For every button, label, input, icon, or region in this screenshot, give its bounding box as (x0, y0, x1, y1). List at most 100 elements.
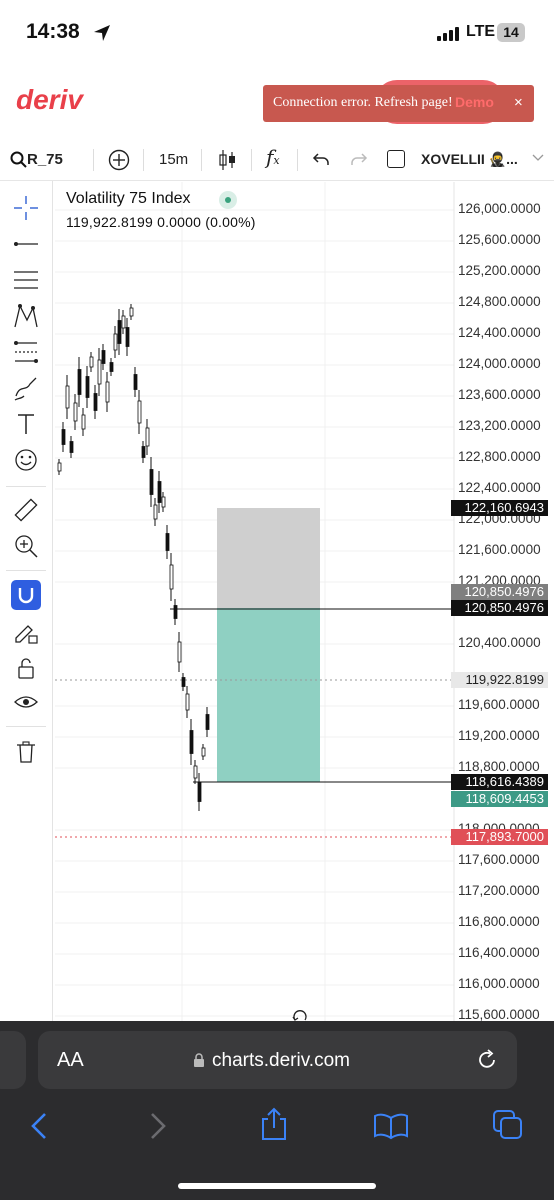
candle-body (73, 402, 78, 422)
candle-body (81, 414, 86, 430)
previous-tab-card[interactable] (0, 1031, 26, 1089)
price-axis-label: 121,600.0000 (458, 542, 541, 557)
toolbar-divider (201, 149, 202, 171)
undo-icon[interactable] (312, 151, 330, 167)
redo-icon[interactable] (350, 151, 368, 167)
lock-icon (194, 1053, 204, 1067)
toast-close-button[interactable]: × (514, 94, 523, 111)
signal-bars-icon (437, 27, 459, 41)
unlock-icon[interactable] (12, 654, 40, 682)
magnet-icon (18, 588, 34, 604)
take-profit-tag: 122,160.6943 (451, 500, 548, 516)
candle-body (105, 381, 110, 403)
candle-body (125, 327, 130, 347)
price-axis-label: 124,400.0000 (458, 325, 541, 340)
network-type: LTE (466, 23, 496, 40)
function-fx-icon[interactable]: fx (266, 145, 280, 169)
home-indicator (178, 1183, 376, 1189)
deriv-logo[interactable]: deriv (16, 84, 83, 116)
search-icon[interactable] (10, 151, 28, 169)
interval-selector[interactable]: 15m (159, 151, 188, 168)
candle-body (97, 359, 102, 385)
price-axis-label: 116,400.0000 (458, 945, 540, 960)
trash-icon[interactable] (12, 738, 40, 766)
candle-body (101, 350, 106, 364)
add-indicator-icon[interactable] (108, 149, 130, 171)
candle-body (141, 446, 146, 458)
candle-body (65, 385, 70, 409)
url-text[interactable]: charts.deriv.com (212, 1050, 350, 1072)
back-icon[interactable] (29, 1112, 49, 1140)
chart-quote: 119,922.8199 0.0000 (0.00%) (66, 214, 256, 230)
candle-body (57, 462, 62, 472)
price-axis-label: 115,600.0000 (458, 1007, 540, 1022)
sidebar-divider (6, 570, 46, 571)
forward-icon[interactable] (148, 1112, 168, 1140)
crosshair-icon[interactable] (12, 194, 40, 222)
reload-icon[interactable] (476, 1049, 498, 1071)
candle-body (165, 533, 170, 551)
stop-loss-zone (217, 608, 320, 782)
chevron-down-icon[interactable] (532, 154, 544, 162)
emoji-icon[interactable] (12, 446, 40, 474)
candle-body (61, 429, 66, 445)
price-axis-label: 120,400.0000 (458, 635, 541, 650)
price-axis-label: 124,000.0000 (458, 356, 541, 371)
fibonacci-icon[interactable] (12, 338, 40, 366)
price-axis-label: 117,600.0000 (458, 852, 540, 867)
candle-body (157, 481, 162, 503)
candle-body (109, 362, 114, 372)
share-icon[interactable] (259, 1107, 289, 1141)
bookmarks-icon[interactable] (373, 1112, 409, 1140)
tabs-icon[interactable] (492, 1109, 524, 1141)
candle-body (181, 677, 186, 687)
price-axis-label: 119,200.0000 (458, 728, 540, 743)
price-axis-label: 123,200.0000 (458, 418, 541, 433)
current-price-tag: 119,922.8199 (451, 672, 548, 688)
candle-body (193, 765, 198, 779)
candle-body (85, 376, 90, 398)
zoom-in-icon[interactable] (12, 532, 40, 560)
pattern-tool-icon[interactable] (12, 302, 40, 330)
stop-tag: 118,616.4389 (451, 774, 548, 790)
ruler-icon[interactable] (12, 496, 40, 524)
text-tool-icon[interactable] (12, 410, 40, 438)
candle-body (201, 747, 206, 757)
candle-body (177, 641, 182, 663)
toolbar-divider (251, 149, 252, 171)
chart-title[interactable]: Volatility 75 Index (66, 190, 191, 208)
visibility-eye-icon[interactable] (12, 688, 40, 716)
price-axis-label: 119,600.0000 (458, 697, 540, 712)
horizontal-line-icon[interactable] (12, 230, 40, 258)
candle-body (93, 393, 98, 411)
candle-body (153, 504, 158, 520)
candle-body (113, 333, 118, 351)
symbol-selector[interactable]: R_75 (27, 151, 63, 168)
candle-body (121, 315, 126, 329)
brush-icon[interactable] (12, 374, 40, 402)
price-axis-label: 122,400.0000 (458, 480, 541, 495)
account-switcher[interactable]: XOVELLII 🥷... (421, 151, 518, 168)
entry-tag-grey: 120,850.4976 (451, 584, 548, 600)
stop-green-tag: 118,609.4453 (451, 791, 548, 807)
price-axis-label: 116,800.0000 (458, 914, 540, 929)
text-size-button[interactable]: AA (57, 1049, 84, 1072)
status-time: 14:38 (26, 20, 80, 43)
account-mode-label: Demo (455, 94, 494, 110)
price-axis-label: 124,800.0000 (458, 294, 541, 309)
price-axis-label: 116,000.0000 (458, 976, 540, 991)
candle-body (69, 441, 74, 453)
candle-body (77, 369, 82, 395)
lock-drawing-icon[interactable] (12, 618, 40, 646)
candle-body (161, 496, 166, 508)
entry-tag: 120,850.4976 (451, 600, 548, 616)
battery-indicator: 14 (497, 23, 525, 42)
take-profit-zone (217, 508, 320, 608)
price-axis-label: 125,600.0000 (458, 232, 541, 247)
candlestick-type-icon[interactable] (218, 148, 238, 172)
checkbox-toggle[interactable] (387, 150, 405, 168)
parallel-channel-icon[interactable] (12, 266, 40, 294)
candle-body (133, 374, 138, 390)
sidebar-divider (6, 726, 46, 727)
barrier-tag: 117,893.7000 (451, 829, 548, 845)
